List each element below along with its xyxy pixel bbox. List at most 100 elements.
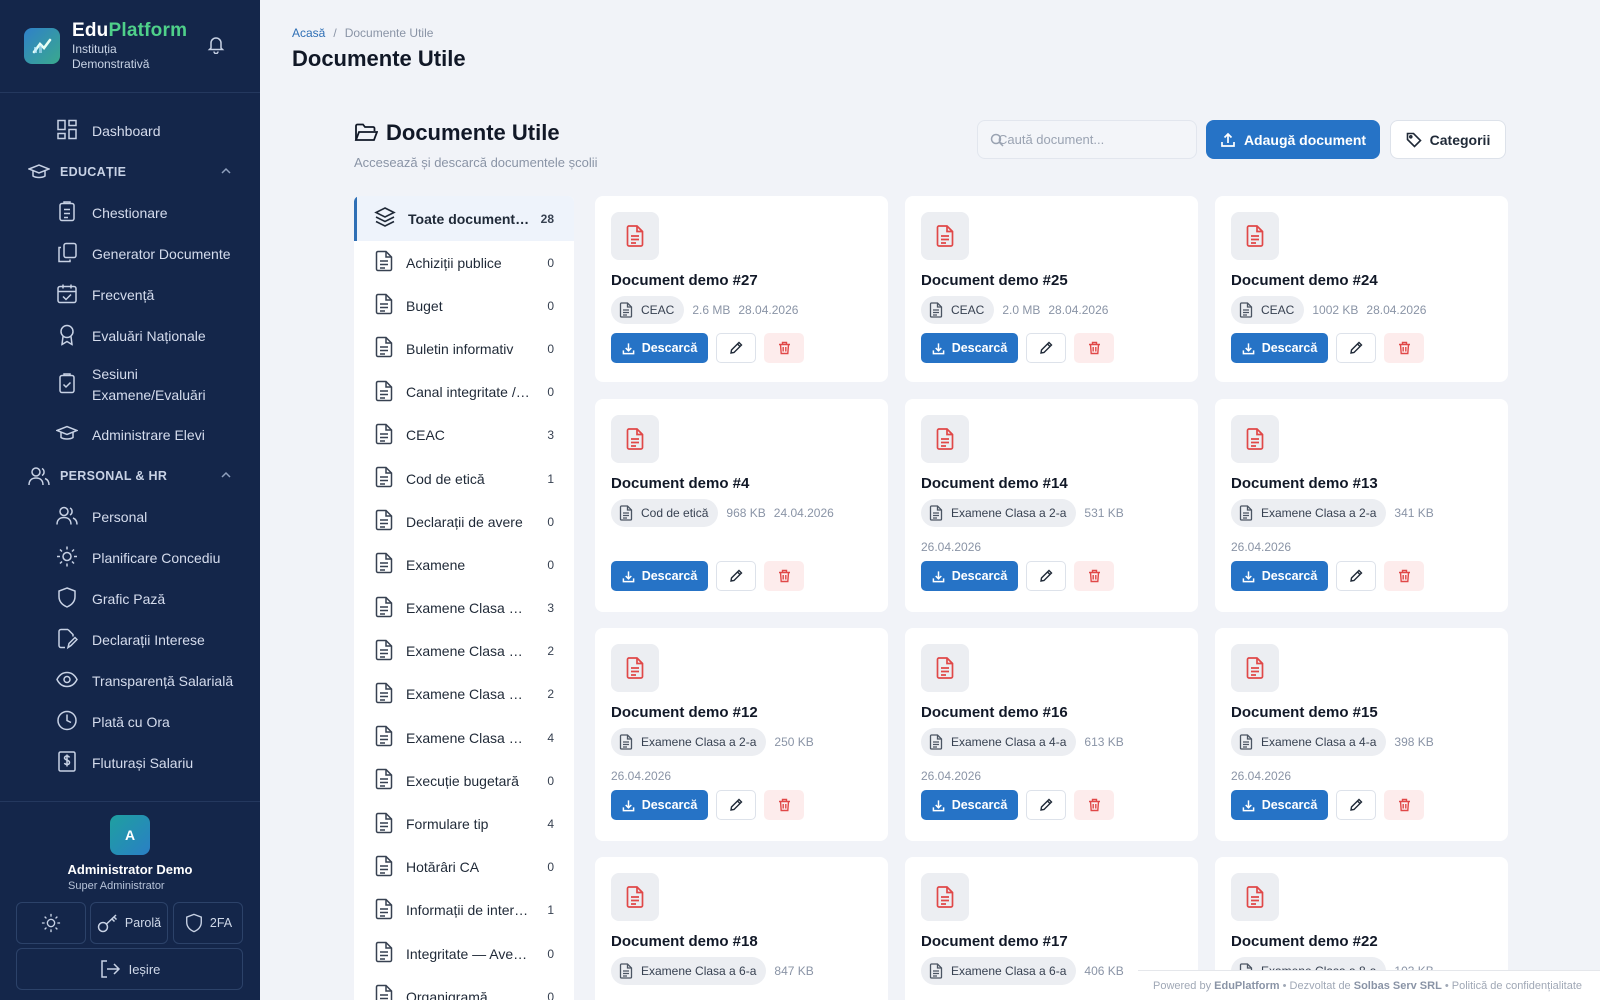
edit-button[interactable]: [1336, 333, 1376, 363]
avatar[interactable]: A: [110, 815, 150, 855]
section-personal-hr[interactable]: PERSONAL & HR: [0, 455, 260, 496]
document-title[interactable]: Document demo #12: [611, 704, 758, 721]
edit-button[interactable]: [1026, 790, 1066, 820]
edit-button[interactable]: [1026, 333, 1066, 363]
logout-button[interactable]: Ieșire: [16, 948, 243, 990]
sidebar-item-sesiuni-examene[interactable]: Sesiuni Examene/Evaluări: [0, 356, 260, 414]
document-title[interactable]: Document demo #13: [1231, 475, 1378, 492]
section-educatie[interactable]: EDUCAȚIE: [0, 151, 260, 192]
category-item[interactable]: Organigramă 0: [354, 975, 574, 1000]
search-input[interactable]: Caută document...: [977, 120, 1197, 159]
category-item[interactable]: Cod de etică 1: [354, 457, 574, 500]
category-item[interactable]: CEAC 3: [354, 414, 574, 457]
sidebar-item-evaluari-nationale[interactable]: Evaluări Naționale: [0, 315, 260, 356]
download-button[interactable]: Descarcă: [921, 333, 1018, 363]
password-button[interactable]: Parolă: [90, 902, 168, 944]
breadcrumb-home[interactable]: Acasă: [292, 26, 325, 40]
document-title[interactable]: Document demo #25: [921, 272, 1068, 289]
download-button[interactable]: Descarcă: [611, 790, 708, 820]
sidebar-item-transparenta-salariala[interactable]: Transparență Salarială: [0, 660, 260, 701]
document-card[interactable]: Document demo #14 Examene Clasa a 2-a 531 …: [905, 399, 1198, 612]
document-title[interactable]: Document demo #27: [611, 272, 758, 289]
document-title[interactable]: Document demo #17: [921, 933, 1068, 950]
two-factor-button[interactable]: 2FA: [173, 902, 243, 944]
sidebar-item-planificare-concediu[interactable]: Planificare Concediu: [0, 537, 260, 578]
sidebar-item-administrare-elevi[interactable]: Administrare Elevi: [0, 414, 260, 455]
document-card[interactable]: Document demo #24 CEAC 1002 KB 28.04.2026 De…: [1215, 196, 1508, 382]
categories-button[interactable]: Categorii: [1390, 120, 1506, 159]
category-item[interactable]: Examene Clasa a 6-a 2: [354, 673, 574, 716]
logo-icon[interactable]: [24, 28, 60, 64]
sidebar-item-personal[interactable]: Personal: [0, 496, 260, 537]
delete-button[interactable]: [1384, 561, 1424, 591]
category-item[interactable]: Formulare tip 4: [354, 802, 574, 845]
sidebar-item-declaratii-interese[interactable]: Declarații Interese: [0, 619, 260, 660]
edit-button[interactable]: [1336, 561, 1376, 591]
document-title[interactable]: Document demo #18: [611, 933, 758, 950]
document-title[interactable]: Document demo #14: [921, 475, 1068, 492]
category-item[interactable]: Achiziții publice 0: [354, 241, 574, 284]
download-button[interactable]: Descarcă: [611, 333, 708, 363]
download-button[interactable]: Descarcă: [1231, 790, 1328, 820]
category-item[interactable]: Buletin informativ 0: [354, 327, 574, 370]
download-button[interactable]: Descarcă: [1231, 561, 1328, 591]
category-item[interactable]: Integritate — Avertizori 0: [354, 932, 574, 975]
download-button[interactable]: Descarcă: [611, 561, 708, 591]
delete-button[interactable]: [764, 333, 804, 363]
document-card[interactable]: Document demo #25 CEAC 2.0 MB 28.04.2026 Des…: [905, 196, 1198, 382]
download-button[interactable]: Descarcă: [1231, 333, 1328, 363]
document-title[interactable]: Document demo #15: [1231, 704, 1378, 721]
download-button[interactable]: Descarcă: [921, 561, 1018, 591]
edit-button[interactable]: [1026, 561, 1066, 591]
category-item[interactable]: Informații de interes public 1: [354, 889, 574, 932]
document-title[interactable]: Document demo #22: [1231, 933, 1378, 950]
document-card[interactable]: Document demo #18 Examene Clasa a 6-a 847 …: [595, 857, 888, 1000]
category-item[interactable]: Hotărâri CA 0: [354, 846, 574, 889]
delete-button[interactable]: [1074, 561, 1114, 591]
privacy-link[interactable]: • Politică de confidențialitate: [1445, 980, 1582, 992]
category-item[interactable]: Execuție bugetară 0: [354, 759, 574, 802]
footer-company[interactable]: Solbas Serv SRL: [1354, 980, 1442, 992]
document-card[interactable]: Document demo #13 Examene Clasa a 2-a 341 …: [1215, 399, 1508, 612]
bell-icon[interactable]: [207, 34, 225, 59]
document-card[interactable]: Document demo #27 CEAC 2.6 MB 28.04.2026 Des…: [595, 196, 888, 382]
sidebar-item-grafic-paza[interactable]: Grafic Pază: [0, 578, 260, 619]
sidebar-item-dashboard[interactable]: Dashboard: [0, 110, 260, 151]
delete-button[interactable]: [1384, 790, 1424, 820]
delete-button[interactable]: [1384, 333, 1424, 363]
document-card[interactable]: Document demo #4 Cod de etică 968 KB 24.04.…: [595, 399, 888, 612]
add-document-button[interactable]: Adaugă document: [1206, 120, 1380, 159]
document-card[interactable]: Document demo #16 Examene Clasa a 4-a 613 …: [905, 628, 1198, 841]
document-title[interactable]: Document demo #16: [921, 704, 1068, 721]
edit-button[interactable]: [716, 561, 756, 591]
sidebar-item-fluturasi-salariu[interactable]: Fluturași Salariu: [0, 742, 260, 783]
delete-button[interactable]: [1074, 333, 1114, 363]
document-card[interactable]: Document demo #15 Examene Clasa a 4-a 398 …: [1215, 628, 1508, 841]
category-item[interactable]: Examene Clasa a 4-a 2: [354, 630, 574, 673]
category-item[interactable]: Examene Clasa a 8-a 4: [354, 716, 574, 759]
theme-toggle-button[interactable]: [16, 902, 86, 944]
delete-button[interactable]: [764, 561, 804, 591]
category-item[interactable]: Examene Clasa a 2-a 3: [354, 587, 574, 630]
chevron-up-icon[interactable]: [220, 165, 232, 177]
category-item[interactable]: Buget 0: [354, 284, 574, 327]
sidebar-item-chestionare[interactable]: Chestionare: [0, 192, 260, 233]
edit-button[interactable]: [716, 790, 756, 820]
sidebar-item-plata-cu-ora[interactable]: Plată cu Ora: [0, 701, 260, 742]
category-item-all[interactable]: Toate documentele 28: [354, 196, 574, 241]
category-item[interactable]: Examene 0: [354, 543, 574, 586]
edit-button[interactable]: [716, 333, 756, 363]
download-button[interactable]: Descarcă: [921, 790, 1018, 820]
footer-brand[interactable]: EduPlatform: [1214, 980, 1279, 992]
category-item[interactable]: Canal integritate / Avertizori 0: [354, 371, 574, 414]
category-item[interactable]: Declarații de avere 0: [354, 500, 574, 543]
edit-button[interactable]: [1336, 790, 1376, 820]
delete-button[interactable]: [764, 790, 804, 820]
document-title[interactable]: Document demo #24: [1231, 272, 1378, 289]
chevron-up-icon[interactable]: [220, 469, 232, 481]
document-card[interactable]: Document demo #12 Examene Clasa a 2-a 250 …: [595, 628, 888, 841]
delete-button[interactable]: [1074, 790, 1114, 820]
document-title[interactable]: Document demo #4: [611, 475, 749, 492]
sidebar-item-frecventa[interactable]: Frecvență: [0, 274, 260, 315]
sidebar-item-generator-documente[interactable]: Generator Documente: [0, 233, 260, 274]
